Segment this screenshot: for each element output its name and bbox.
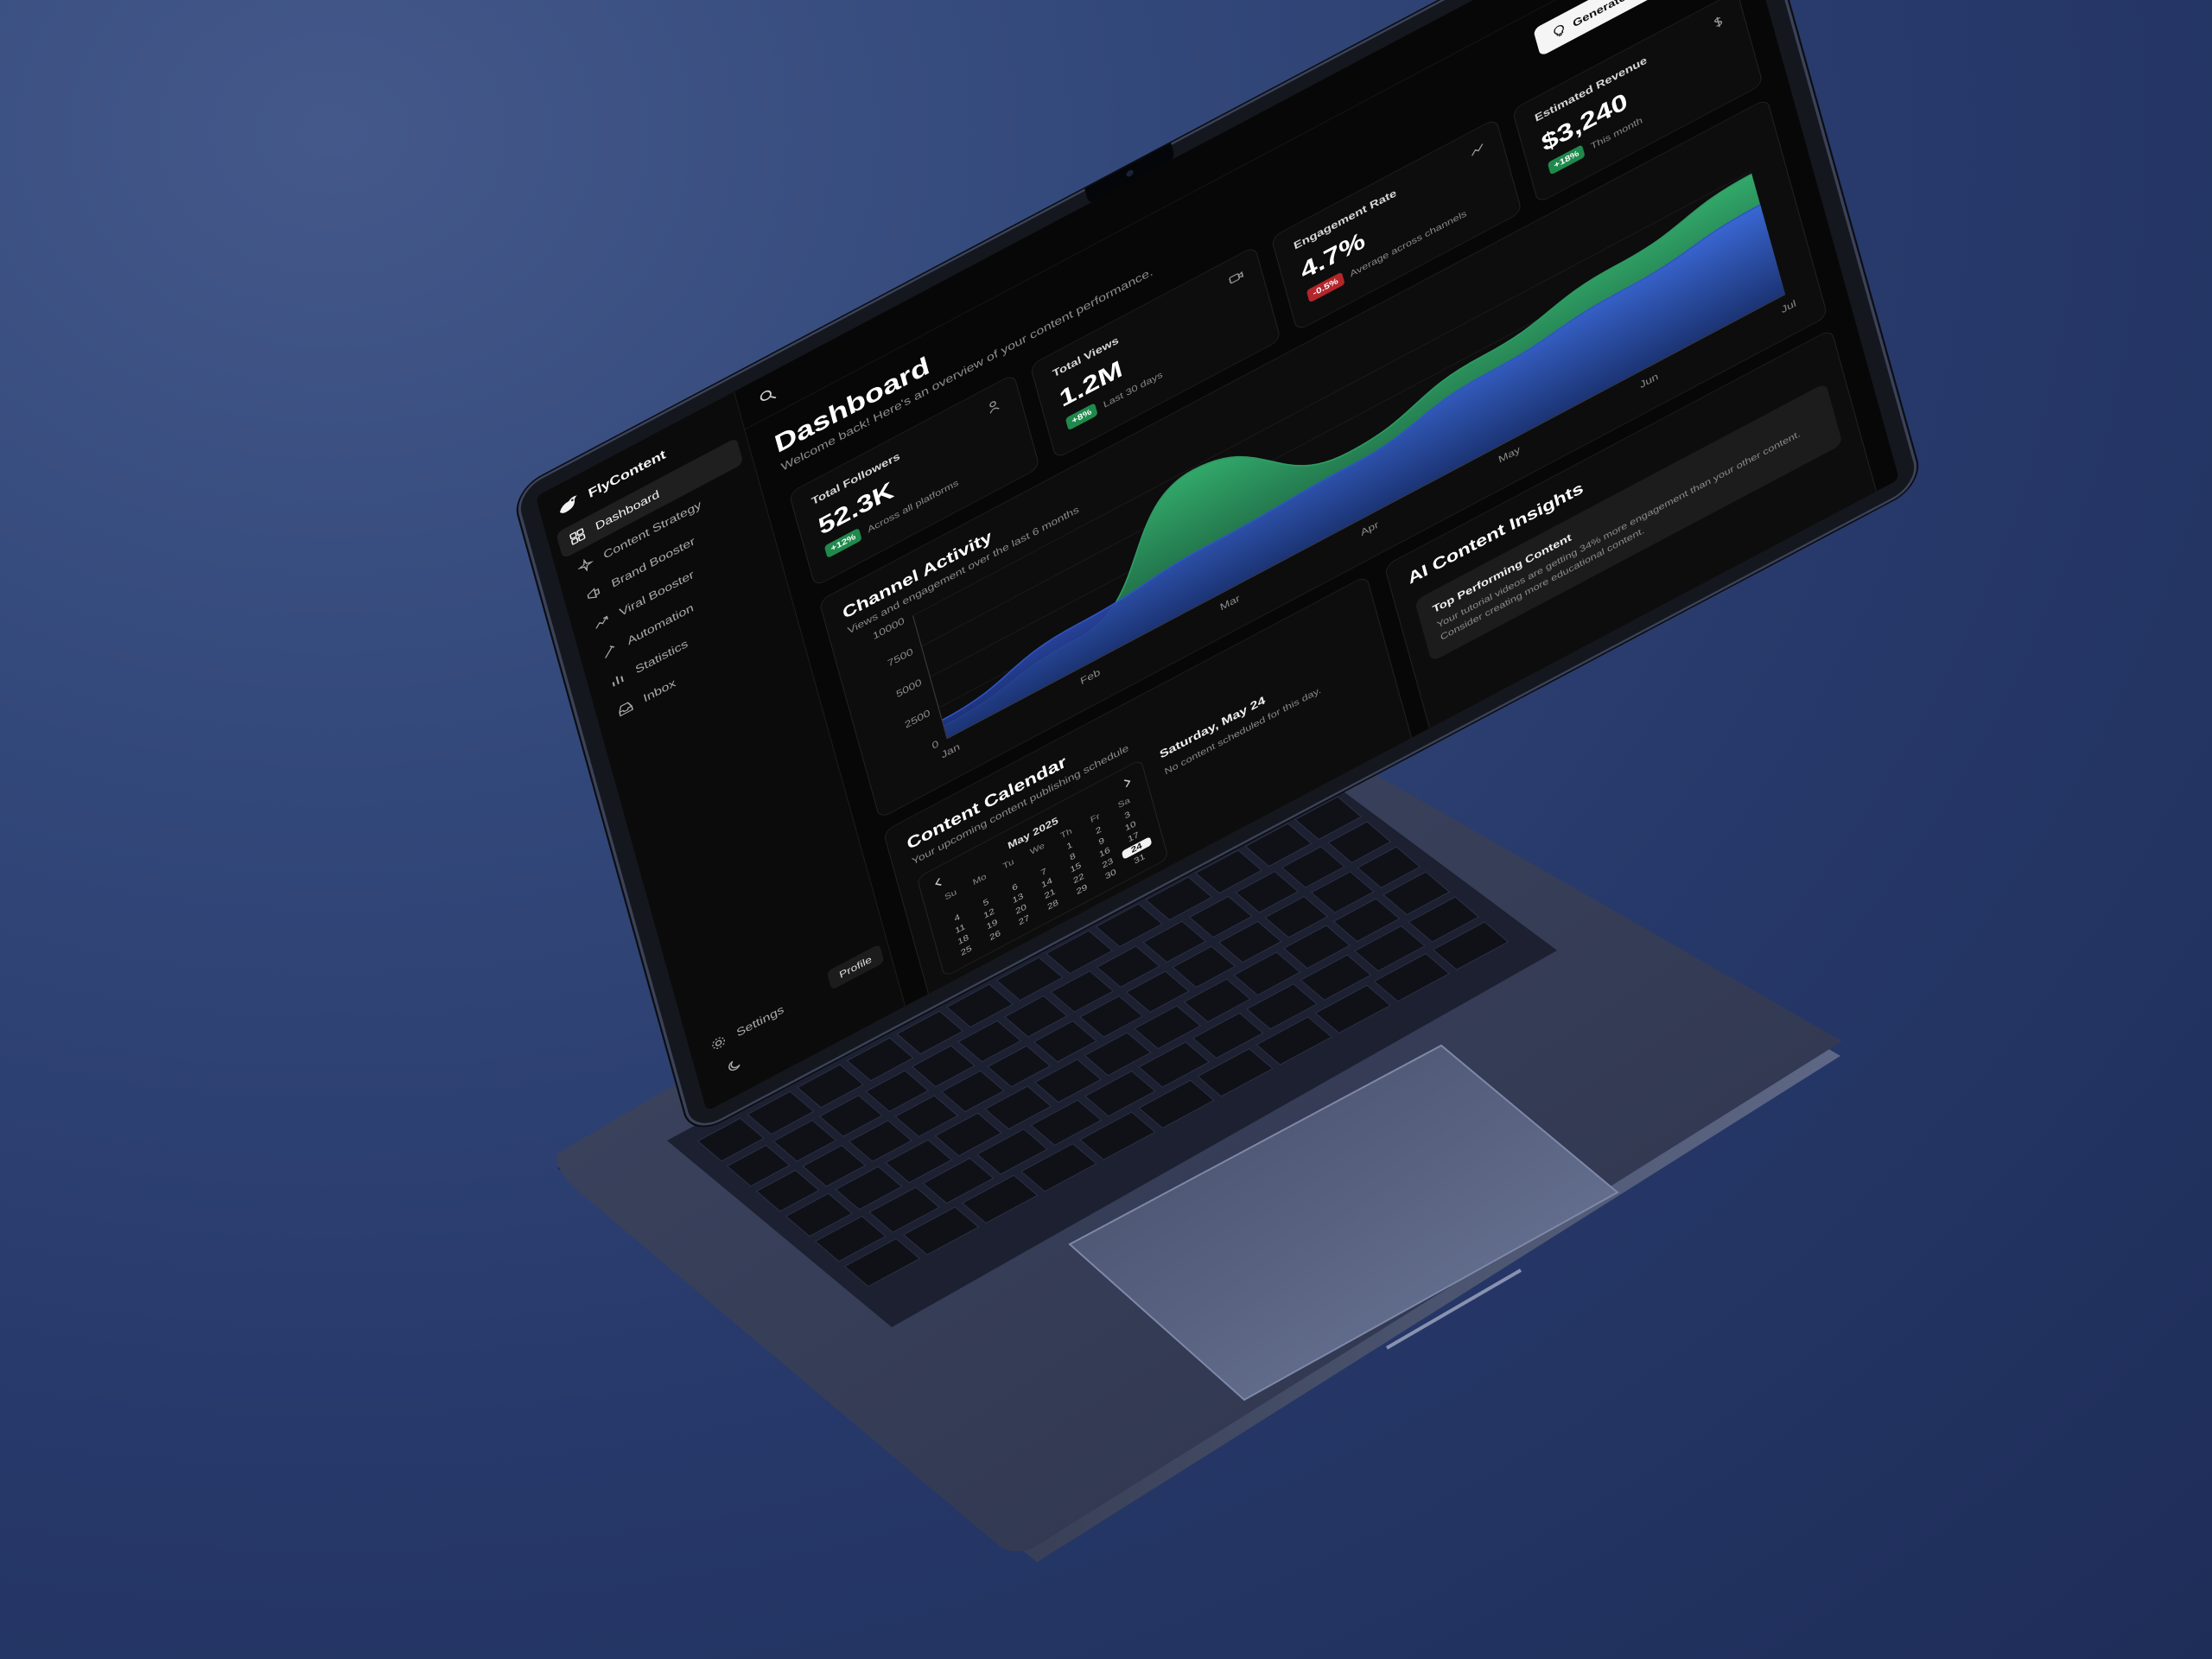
chevron-right-icon[interactable] [1119,773,1136,791]
users-icon [989,401,1000,414]
moon-icon[interactable] [725,1053,746,1076]
search-icon[interactable] [757,385,778,407]
y-tick-label: 5000 [895,677,923,700]
x-tick-label: Mar [1218,592,1241,613]
bar-chart-icon [612,676,624,687]
trend-icon [1471,143,1484,156]
trending-up-icon [595,615,608,629]
gear-icon [712,1037,725,1050]
dashboard-icon [569,528,586,545]
x-tick-label: Feb [1079,666,1102,687]
x-tick-label: Apr [1359,518,1380,538]
settings-label: Settings [734,1002,785,1039]
video-icon [1229,270,1244,284]
megaphone-icon [587,588,601,599]
chevron-left-icon[interactable] [931,874,948,892]
inbox-icon [619,702,633,717]
x-tick-label: May [1497,443,1522,465]
x-tick-label: Jun [1638,371,1659,391]
y-tick-label: 0 [931,738,940,752]
bird-logo-icon [559,495,577,513]
dollar-icon [1714,16,1723,28]
sparkles-icon [576,558,594,572]
sidebar-item-label: Inbox [641,676,677,705]
wand-icon [605,645,615,658]
x-tick-label: Jul [1780,297,1797,315]
y-tick-label: 2500 [904,707,931,730]
x-tick-label: Jan [940,741,961,760]
scene: FlyContent Dashboard Content Strategy Br… [0,0,2212,1659]
lightbulb-icon [1554,25,1564,37]
y-tick-label: 7500 [887,645,914,669]
